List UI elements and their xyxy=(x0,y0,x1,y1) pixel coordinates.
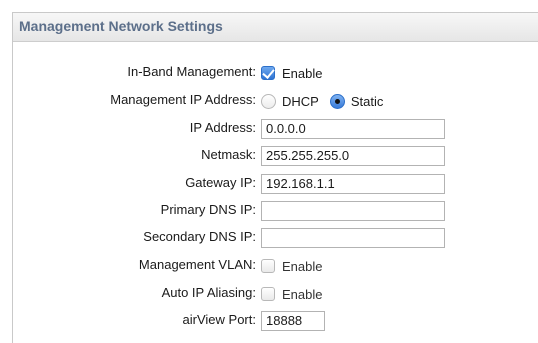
primary-dns-input[interactable] xyxy=(261,201,445,221)
auto-ip-aliasing-label: Auto IP Aliasing: xyxy=(161,285,256,300)
ip-address-label: IP Address: xyxy=(189,120,256,135)
secondary-dns-input[interactable] xyxy=(261,228,445,248)
management-vlan-label: Management VLAN: xyxy=(138,257,256,272)
in-band-management-control: Enable xyxy=(261,62,333,84)
gateway-ip-label: Gateway IP: xyxy=(185,175,256,190)
airview-port-input[interactable]: 18888 xyxy=(261,311,325,331)
netmask-row: Netmask: 255.255.255.0 xyxy=(13,145,538,167)
section-title: Management Network Settings xyxy=(13,13,538,42)
management-network-panel: Management Network Settings In-Band Mana… xyxy=(12,12,538,343)
gateway-ip-row: Gateway IP: 192.168.1.1 xyxy=(13,173,538,195)
static-radio[interactable] xyxy=(329,93,345,109)
management-ip-row: Management IP Address: DHCP Static xyxy=(13,90,538,112)
auto-ip-aliasing-row: Auto IP Aliasing: Enable xyxy=(13,283,538,305)
airview-port-label: airView Port: xyxy=(182,312,256,327)
ip-address-input[interactable]: 0.0.0.0 xyxy=(261,119,445,139)
in-band-enable-label[interactable]: Enable xyxy=(282,66,322,81)
netmask-label: Netmask: xyxy=(201,147,256,162)
gateway-ip-input[interactable]: 192.168.1.1 xyxy=(261,174,445,194)
management-vlan-checkbox[interactable] xyxy=(261,259,275,273)
auto-ip-aliasing-checkbox[interactable] xyxy=(261,287,275,301)
checkmark-icon xyxy=(262,66,275,79)
secondary-dns-label: Secondary DNS IP: xyxy=(143,229,256,244)
in-band-management-label: In-Band Management: xyxy=(127,64,256,79)
ip-address-row: IP Address: 0.0.0.0 xyxy=(13,118,538,140)
auto-ip-aliasing-enable-label[interactable]: Enable xyxy=(282,287,322,302)
secondary-dns-row: Secondary DNS IP: xyxy=(13,227,538,249)
static-label[interactable]: Static xyxy=(351,94,384,109)
in-band-management-row: In-Band Management: Enable xyxy=(13,62,538,84)
primary-dns-label: Primary DNS IP: xyxy=(160,202,256,217)
dhcp-radio[interactable] xyxy=(261,93,276,109)
management-ip-control: DHCP Static xyxy=(261,90,394,112)
dhcp-label[interactable]: DHCP xyxy=(282,94,319,109)
management-vlan-enable-label[interactable]: Enable xyxy=(282,259,322,274)
airview-port-row: airView Port: 18888 xyxy=(13,310,538,332)
management-vlan-row: Management VLAN: Enable xyxy=(13,255,538,277)
netmask-input[interactable]: 255.255.255.0 xyxy=(261,146,445,166)
radio-dot-icon xyxy=(334,98,340,104)
primary-dns-row: Primary DNS IP: xyxy=(13,200,538,222)
in-band-enable-checkbox[interactable] xyxy=(261,66,275,80)
management-ip-label: Management IP Address: xyxy=(110,92,256,107)
